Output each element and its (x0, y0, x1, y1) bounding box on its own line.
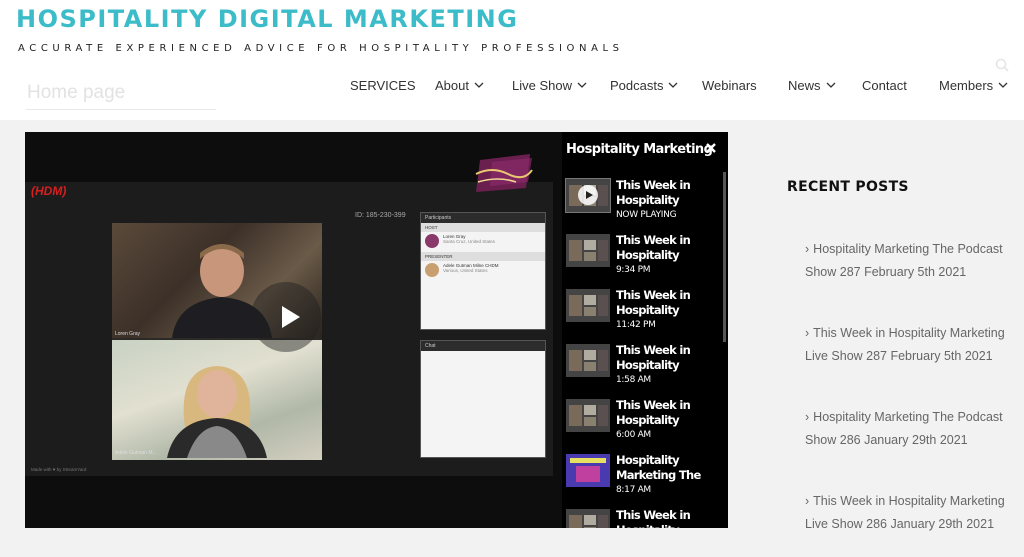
recent-post-link[interactable]: › Hospitality Marketing The Podcast Show … (805, 238, 1005, 283)
playlist-item-title: This Week in Hospitality (616, 178, 691, 207)
playlist-item[interactable]: This Week in Hospitality 9:34 PM (566, 232, 721, 282)
site-tagline: ACCURATE EXPERIENCED ADVICE FOR HOSPITAL… (18, 43, 624, 54)
play-icon (282, 306, 300, 328)
playlist-item[interactable]: Hospitality Marketing The 8:17 AM (566, 452, 721, 502)
made-with-credit: Made with ♥ by StreamYard (31, 467, 87, 472)
playlist-item-title: This Week in Hospitality (616, 508, 691, 528)
presenter-location: Various, United States (443, 268, 488, 273)
presenter-video-label: Adele Gutman M... (115, 450, 157, 456)
stream-id: ID: 185-230-399 (355, 212, 406, 219)
nav-item-webinars[interactable]: Webinars (702, 78, 757, 93)
playlist-item-time: 9:34 PM (616, 265, 651, 275)
video-thumbnail (566, 344, 610, 377)
chevron-right-icon: › (805, 242, 810, 256)
recent-post-link[interactable]: › This Week in Hospitality Marketing Live… (805, 490, 1005, 535)
recent-post-title: This Week in Hospitality Marketing Live … (805, 326, 1005, 363)
playlist-item-time: 11:42 PM (616, 320, 656, 330)
recent-post-link[interactable]: › This Week in Hospitality Marketing Live… (805, 322, 1005, 367)
participants-header: Participants (421, 213, 545, 223)
nav-item-label: Podcasts (610, 78, 664, 93)
chevron-down-icon (474, 82, 484, 88)
participants-panel: Participants HOST Loren Gray Santa Cruz,… (420, 212, 546, 330)
video-thumbnail (566, 234, 610, 267)
playlist-title: Hospitality Marketing (566, 142, 713, 157)
recent-post-title: This Week in Hospitality Marketing Live … (805, 494, 1005, 531)
playlist-item-time: 6:00 AM (616, 430, 651, 440)
presenter-avatar (425, 263, 439, 277)
host-avatar (425, 234, 439, 248)
chat-panel: Chat (420, 340, 546, 458)
search-icon[interactable] (995, 58, 1009, 72)
chevron-down-icon (669, 82, 678, 88)
video-thumbnail (566, 454, 610, 487)
playlist-item[interactable]: This Week in Hospitality 11:42 PM (566, 287, 721, 337)
video-thumbnail (566, 289, 610, 322)
nav-item-about[interactable]: About (435, 78, 484, 93)
nav-item-label: Contact (862, 78, 907, 93)
nav-item-label: SERVICES (350, 78, 416, 93)
host-participant: Loren Gray Santa Cruz, United States (421, 232, 545, 248)
recent-posts-title: RECENT POSTS (787, 179, 909, 195)
nav-item-members[interactable]: Members (939, 78, 1008, 93)
recent-post-link[interactable]: › Hospitality Marketing The Podcast Show … (805, 406, 1005, 451)
site-title[interactable]: HOSPITALITY DIGITAL MARKETING (16, 5, 518, 33)
chevron-right-icon: › (805, 410, 810, 424)
nav-item-live-show[interactable]: Live Show (512, 78, 587, 93)
chat-header: Chat (421, 341, 545, 351)
playlist-item[interactable]: This Week in Hospitality (566, 507, 721, 528)
playlist-item-time: 8:17 AM (616, 485, 651, 495)
video-player: (HDM) ID: 185-230-399 Loren Gray Adele G… (25, 132, 728, 528)
playlist-item-title: This Week in Hospitality (616, 398, 691, 427)
nav-item-services[interactable]: SERVICES (350, 78, 416, 93)
nav-item-label: Live Show (512, 78, 572, 93)
nav-item-label: Webinars (702, 78, 757, 93)
playlist-item-title: This Week in Hospitality (616, 343, 691, 372)
nav-item-label: About (435, 78, 469, 93)
hospitality-channel-logo (475, 154, 533, 192)
playlist-item-title: This Week in Hospitality (616, 288, 691, 317)
video-thumbnail (565, 178, 611, 213)
presenter-participant: Adele Gutman Milne CHDM Various, United … (421, 261, 545, 277)
chevron-down-icon (998, 82, 1008, 88)
chevron-down-icon (577, 82, 587, 88)
video-thumbnail (566, 399, 610, 432)
recent-post-title: Hospitality Marketing The Podcast Show 2… (805, 410, 1003, 447)
playlist-scrollbar[interactable] (723, 172, 726, 342)
recent-post-title: Hospitality Marketing The Podcast Show 2… (805, 242, 1003, 279)
chevron-right-icon: › (805, 326, 810, 340)
playlist-item-title: This Week in Hospitality (616, 233, 691, 262)
hdm-logo-text: HDM (35, 184, 63, 198)
playlist-sidebar: Hospitality Marketing This Week in Hospi… (562, 132, 728, 528)
host-location: Santa Cruz, United States (443, 239, 496, 244)
video-thumbnail (566, 509, 610, 528)
presenter-section-label: PRESENTER (421, 252, 545, 261)
playlist-item[interactable]: This Week in Hospitality 6:00 AM (566, 397, 721, 447)
playlist-item[interactable]: This Week in Hospitality NOW PLAYING (565, 177, 721, 227)
nav-item-contact[interactable]: Contact (862, 78, 907, 93)
site-header: HOSPITALITY DIGITAL MARKETING ACCURATE E… (0, 0, 1024, 120)
playlist-item-time: 1:58 AM (616, 375, 651, 385)
video-area[interactable]: (HDM) ID: 185-230-399 Loren Gray Adele G… (25, 132, 562, 528)
playlist-item-title: Hospitality Marketing The (616, 453, 701, 482)
playlist-item[interactable]: This Week in Hospitality 1:58 AM (566, 342, 721, 392)
main-nav: SERVICES About Live Show Podcasts Webina… (0, 78, 1024, 98)
presenter-person (167, 366, 267, 458)
host-video-label: Loren Gray (115, 331, 141, 337)
hdm-logo: (HDM) (31, 184, 67, 198)
host-section-label: HOST (421, 223, 545, 232)
nav-item-news[interactable]: News (788, 78, 836, 93)
nav-item-label: News (788, 78, 821, 93)
playlist-item-status: NOW PLAYING (616, 210, 677, 220)
nav-item-label: Members (939, 78, 994, 93)
nav-item-podcasts[interactable]: Podcasts (610, 78, 678, 93)
chevron-down-icon (826, 82, 835, 88)
chevron-right-icon: › (805, 494, 810, 508)
close-icon[interactable] (705, 142, 717, 154)
